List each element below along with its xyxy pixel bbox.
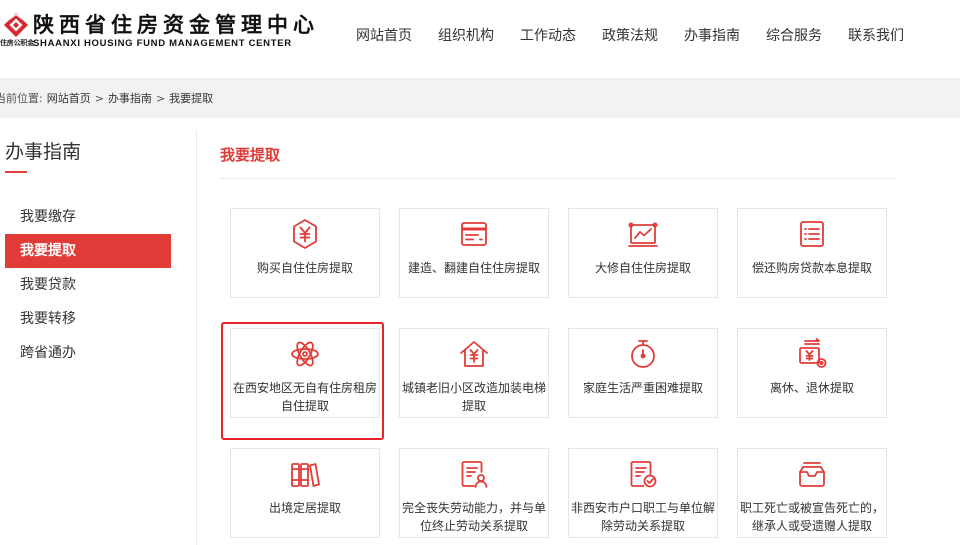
logo-emblem-text: 住房公积金	[0, 39, 34, 47]
card-label: 非西安市户口职工与单位解除劳动关系提取	[570, 501, 715, 533]
breadcrumb-prefix: 当前位置:	[0, 92, 43, 105]
withdraw-hardship-card[interactable]: 家庭生活严重困难提取	[568, 328, 718, 418]
nav-contact[interactable]: 联系我们	[835, 26, 917, 46]
page-title: 我要提取	[220, 146, 281, 164]
sidebar-item-transfer[interactable]: 我要转移	[5, 302, 171, 336]
withdraw-loan-repayment-card[interactable]: 偿还购房贷款本息提取	[737, 208, 887, 298]
card-label: 离休、退休提取	[769, 381, 854, 395]
title-divider	[220, 178, 895, 179]
chart-board-icon	[627, 218, 659, 250]
withdraw-disability-card[interactable]: 完全丧失劳动能力，并与单位终止劳动关系提取	[399, 448, 549, 538]
housing-fund-emblem-icon	[3, 12, 29, 38]
document-check-icon	[627, 458, 659, 490]
sidebar-item-loan[interactable]: 我要贷款	[5, 268, 171, 302]
card-label: 家庭生活严重困难提取	[582, 381, 703, 395]
card-label: 在西安地区无自有住房租房自住提取	[232, 381, 377, 413]
withdraw-rent-card[interactable]: 在西安地区无自有住房租房自住提取	[230, 328, 380, 418]
nav-services[interactable]: 综合服务	[753, 26, 835, 46]
sidebar-item-cross-province[interactable]: 跨省通办	[5, 336, 171, 370]
house-yen-icon	[458, 338, 490, 370]
atom-icon	[289, 338, 321, 370]
vertical-divider	[196, 130, 197, 545]
card-label: 城镇老旧小区改造加装电梯提取	[401, 381, 546, 413]
card-label: 职工死亡或被宣告死亡的，继承人或受遗赠人提取	[739, 501, 884, 533]
card-label: 大修自住住房提取	[594, 261, 691, 275]
sidebar-title: 办事指南	[5, 141, 82, 163]
document-user-icon	[458, 458, 490, 490]
card-label: 建造、翻建自住住房提取	[407, 261, 540, 275]
breadcrumb-home[interactable]: 网站首页	[47, 90, 91, 106]
money-gear-icon	[796, 338, 828, 370]
sidebar-item-withdraw[interactable]: 我要提取	[5, 234, 171, 268]
main-nav: 网站首页 组织机构 工作动态 政策法规 办事指南 综合服务 联系我们	[343, 26, 917, 46]
breadcrumb-service-guide[interactable]: 办事指南	[108, 90, 152, 106]
breadcrumb: 当前位置: 网站首页 > 办事指南 > 我要提取	[0, 78, 213, 118]
card-icon	[458, 218, 490, 250]
nav-organization[interactable]: 组织机构	[425, 26, 507, 46]
breadcrumb-separator: >	[94, 91, 104, 105]
withdraw-emigration-card[interactable]: 出境定居提取	[230, 448, 380, 538]
withdraw-buy-house-card[interactable]: 购买自住住房提取	[230, 208, 380, 298]
card-label: 偿还购房贷款本息提取	[751, 261, 872, 275]
list-document-icon	[796, 218, 828, 250]
withdraw-retirement-card[interactable]: 离休、退休提取	[737, 328, 887, 418]
inbox-icon	[796, 458, 828, 490]
sidebar-title-underline	[5, 171, 27, 173]
books-icon	[289, 458, 321, 490]
site-subtitle: SHAANXI HOUSING FUND MANAGEMENT CENTER	[33, 38, 292, 49]
card-label: 出境定居提取	[268, 501, 341, 515]
withdraw-build-house-card[interactable]: 建造、翻建自住住房提取	[399, 208, 549, 298]
nav-service-guide[interactable]: 办事指南	[671, 26, 753, 46]
breadcrumb-bar: 当前位置: 网站首页 > 办事指南 > 我要提取	[0, 78, 960, 118]
breadcrumb-separator: >	[155, 91, 166, 105]
yen-shield-icon	[289, 218, 321, 250]
withdraw-repair-house-card[interactable]: 大修自住住房提取	[568, 208, 718, 298]
nav-news[interactable]: 工作动态	[507, 26, 589, 46]
site-header: 住房公积金 陕西省住房资金管理中心 SHAANXI HOUSING FUND M…	[0, 0, 960, 78]
site-logo[interactable]: 住房公积金 陕西省住房资金管理中心 SHAANXI HOUSING FUND M…	[0, 0, 314, 60]
card-label: 完全丧失劳动能力，并与单位终止劳动关系提取	[401, 501, 546, 533]
stopwatch-icon	[627, 338, 659, 370]
nav-policies[interactable]: 政策法规	[589, 26, 671, 46]
nav-home[interactable]: 网站首页	[343, 26, 425, 46]
sidebar-item-deposit[interactable]: 我要缴存	[5, 200, 171, 234]
site-title: 陕西省住房资金管理中心	[33, 13, 319, 37]
withdraw-non-local-card[interactable]: 非西安市户口职工与单位解除劳动关系提取	[568, 448, 718, 538]
card-label: 购买自住住房提取	[256, 261, 353, 275]
sidebar-menu: 我要缴存 我要提取 我要贷款 我要转移 跨省通办	[5, 200, 171, 370]
breadcrumb-current[interactable]: 我要提取	[169, 90, 213, 106]
withdraw-elevator-card[interactable]: 城镇老旧小区改造加装电梯提取	[399, 328, 549, 418]
withdraw-card-grid: 购买自住住房提取 建造、翻建自住住房提取 大修自住住房提取 偿还购房贷款本息提取…	[230, 208, 887, 538]
withdraw-death-card[interactable]: 职工死亡或被宣告死亡的，继承人或受遗赠人提取	[737, 448, 887, 538]
